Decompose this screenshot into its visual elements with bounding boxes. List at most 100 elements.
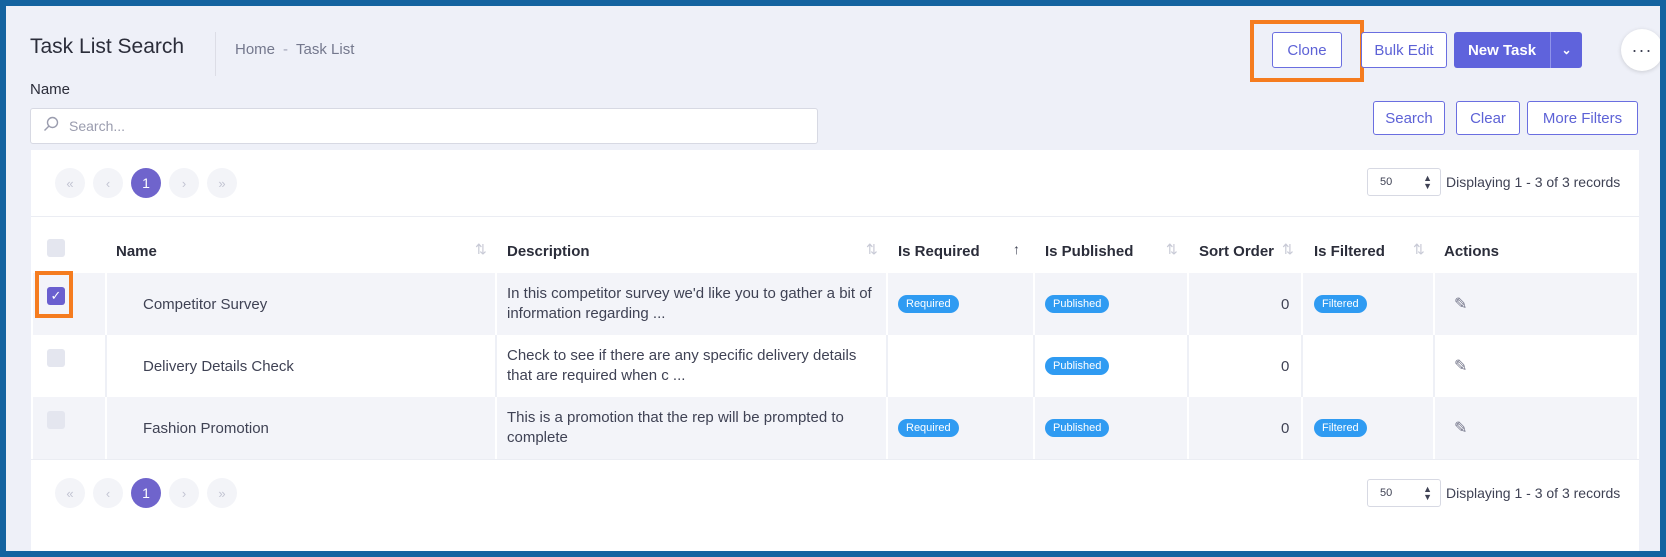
first-page-icon[interactable]: « — [55, 478, 85, 508]
divider — [31, 459, 1639, 460]
next-page-icon[interactable]: › — [169, 168, 199, 198]
column-divider — [495, 335, 497, 397]
title-divider — [215, 32, 216, 76]
column-divider — [105, 273, 107, 335]
column-divider — [1433, 397, 1435, 459]
column-header-name[interactable]: Name — [116, 243, 157, 260]
new-task-label[interactable]: New Task — [1454, 32, 1550, 68]
row-checkbox-checked[interactable]: ✓ — [47, 287, 65, 305]
column-divider — [1301, 335, 1303, 397]
prev-page-icon[interactable]: ‹ — [93, 478, 123, 508]
column-divider — [886, 335, 888, 397]
sort-asc-icon[interactable]: ↑ — [1013, 241, 1020, 257]
column-divider — [495, 273, 497, 335]
row-checkbox[interactable] — [47, 411, 65, 429]
records-count: Displaying 1 - 3 of 3 records — [1446, 485, 1621, 501]
task-description: In this competitor survey we'd like you … — [507, 285, 872, 322]
chevron-down-icon[interactable]: ⌄ — [1550, 32, 1582, 68]
published-badge: Published — [1045, 419, 1110, 437]
column-divider — [495, 397, 497, 459]
edit-icon[interactable]: ✎ — [1454, 335, 1467, 397]
column-header-is-required[interactable]: Is Required — [898, 243, 980, 260]
last-page-icon[interactable]: » — [207, 168, 237, 198]
column-divider — [1033, 335, 1035, 397]
last-page-icon[interactable]: » — [207, 478, 237, 508]
sort-icon[interactable]: ⇅ — [475, 241, 487, 258]
filtered-badge: Filtered — [1314, 295, 1367, 313]
column-divider — [1187, 335, 1189, 397]
task-name: Delivery Details Check — [143, 357, 294, 375]
breadcrumb-task-list[interactable]: Task List — [296, 41, 354, 58]
search-field[interactable] — [30, 108, 818, 144]
column-divider — [1033, 397, 1035, 459]
per-page-select[interactable]: 50 ▲ ▼ — [1367, 168, 1441, 196]
app-frame: Task List Search Home - Task List Clone … — [6, 6, 1660, 551]
more-filters-button[interactable]: More Filters — [1527, 101, 1638, 135]
sort-icon[interactable]: ⇅ — [1282, 241, 1294, 258]
sort-order-value: 0 — [1281, 295, 1290, 313]
task-description: Check to see if there are any specific d… — [507, 347, 857, 384]
per-page-value: 50 — [1380, 487, 1393, 499]
sort-icon[interactable]: ⇅ — [1413, 241, 1425, 258]
pagination-bottom: « ‹ 1 › » — [55, 478, 237, 508]
task-name: Fashion Promotion — [143, 419, 269, 437]
sort-order-value: 0 — [1281, 419, 1290, 437]
pagination-top: « ‹ 1 › » — [55, 168, 237, 198]
table-row[interactable]: ✓ Competitor Survey In this competitor s… — [33, 273, 1637, 335]
next-page-icon[interactable]: › — [169, 478, 199, 508]
column-header-actions: Actions — [1444, 243, 1500, 260]
column-divider — [886, 397, 888, 459]
sort-order-value: 0 — [1281, 357, 1290, 375]
column-header-description[interactable]: Description — [507, 243, 590, 260]
column-divider — [1187, 273, 1189, 335]
select-all-checkbox[interactable] — [47, 239, 65, 257]
table-header: Name ⇅ Description ⇅ Is Required ↑ Is Pu… — [31, 237, 1639, 267]
breadcrumb-separator: - — [283, 41, 289, 58]
column-divider — [1301, 273, 1303, 335]
published-badge: Published — [1045, 357, 1110, 375]
more-options-button[interactable]: ··· — [1621, 29, 1660, 71]
table-row[interactable]: Fashion Promotion This is a promotion th… — [33, 397, 1637, 459]
table-row[interactable]: Delivery Details Check Check to see if t… — [33, 335, 1637, 397]
column-header-is-published[interactable]: Is Published — [1045, 243, 1133, 260]
published-badge: Published — [1045, 295, 1110, 313]
sort-icon[interactable]: ⇅ — [866, 241, 878, 258]
task-name: Competitor Survey — [143, 295, 268, 313]
column-divider — [1433, 273, 1435, 335]
edit-icon[interactable]: ✎ — [1454, 273, 1467, 335]
task-description: This is a promotion that the rep will be… — [507, 409, 844, 446]
bulk-edit-button[interactable]: Bulk Edit — [1361, 32, 1447, 68]
per-page-select[interactable]: 50 ▲ ▼ — [1367, 479, 1441, 507]
column-header-sort-order[interactable]: Sort Order — [1199, 243, 1274, 260]
required-badge: Required — [898, 295, 959, 313]
filtered-badge: Filtered — [1314, 419, 1367, 437]
page-number[interactable]: 1 — [131, 168, 161, 198]
new-task-button[interactable]: New Task ⌄ — [1454, 32, 1582, 68]
per-page-value: 50 — [1380, 176, 1393, 188]
column-header-is-filtered[interactable]: Is Filtered — [1314, 243, 1385, 260]
page-title: Task List Search — [30, 35, 185, 58]
search-icon — [43, 116, 59, 137]
divider — [31, 216, 1639, 217]
required-badge: Required — [898, 419, 959, 437]
results-panel: « ‹ 1 › » 50 ▲ ▼ Displaying 1 - 3 of 3 re… — [31, 150, 1639, 551]
select-arrows-icon: ▲ ▼ — [1423, 173, 1432, 191]
clear-button[interactable]: Clear — [1456, 101, 1520, 135]
breadcrumb-home[interactable]: Home — [235, 41, 275, 58]
prev-page-icon[interactable]: ‹ — [93, 168, 123, 198]
clone-button[interactable]: Clone — [1272, 32, 1342, 68]
edit-icon[interactable]: ✎ — [1454, 397, 1467, 459]
column-divider — [105, 335, 107, 397]
search-button[interactable]: Search — [1373, 101, 1445, 135]
column-divider — [1433, 335, 1435, 397]
row-checkbox[interactable] — [47, 349, 65, 367]
search-input[interactable] — [69, 118, 817, 134]
column-divider — [1187, 397, 1189, 459]
column-divider — [1301, 397, 1303, 459]
first-page-icon[interactable]: « — [55, 168, 85, 198]
page-number[interactable]: 1 — [131, 478, 161, 508]
name-filter-label: Name — [30, 81, 71, 98]
sort-icon[interactable]: ⇅ — [1166, 241, 1178, 258]
records-count: Displaying 1 - 3 of 3 records — [1446, 174, 1621, 190]
column-divider — [105, 397, 107, 459]
